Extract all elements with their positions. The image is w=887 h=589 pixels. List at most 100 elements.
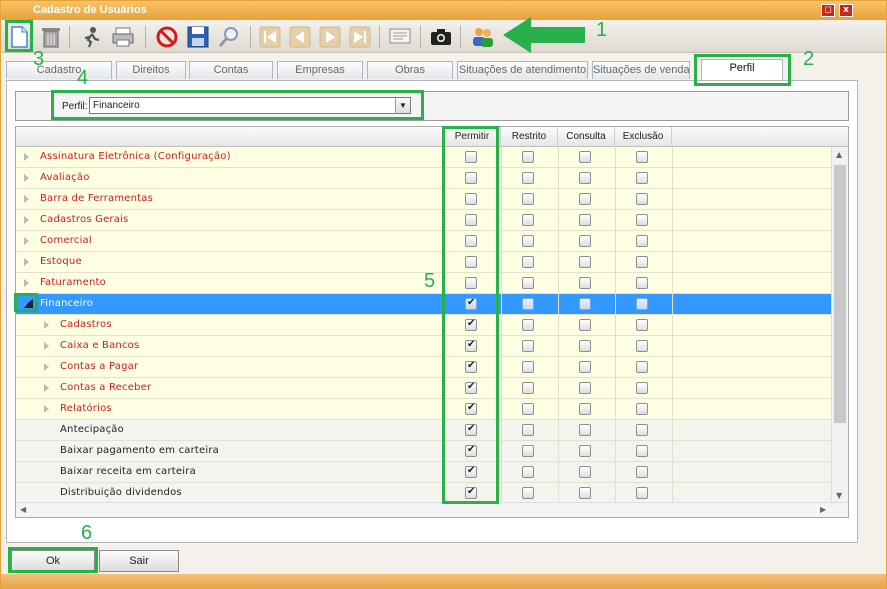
checkbox-exclusão[interactable] [636, 214, 648, 226]
sair-button[interactable]: Sair [99, 550, 179, 572]
checkbox-restrito[interactable] [522, 445, 534, 457]
checkbox-consulta[interactable] [579, 256, 591, 268]
tab-obras[interactable]: Obras [367, 61, 453, 79]
expand-triangle-icon[interactable] [44, 405, 49, 413]
checkbox-restrito[interactable] [522, 256, 534, 268]
table-row[interactable]: Baixar pagamento em carteira [16, 441, 831, 462]
checkbox-exclusão[interactable] [636, 256, 648, 268]
checkbox-consulta[interactable] [579, 340, 591, 352]
users-icon[interactable] [469, 23, 496, 50]
table-row[interactable]: Relatórios [16, 399, 831, 420]
checkbox-consulta[interactable] [579, 298, 591, 310]
expand-triangle-icon[interactable] [44, 363, 49, 371]
checkbox-exclusão[interactable] [636, 361, 648, 373]
tab-empresas[interactable]: Empresas [277, 61, 363, 79]
checkbox-exclusão[interactable] [636, 277, 648, 289]
checkbox-exclusão[interactable] [636, 298, 648, 310]
close-icon[interactable]: x [839, 4, 853, 17]
tab-situacoes-venda[interactable]: Situações de venda [592, 61, 690, 79]
cancel-icon[interactable] [153, 23, 180, 50]
checkbox-consulta[interactable] [579, 151, 591, 163]
save-icon[interactable] [184, 23, 211, 50]
previous-record-icon[interactable] [286, 23, 313, 50]
camera-icon[interactable] [427, 23, 454, 50]
header-consulta[interactable]: Consulta [558, 127, 615, 147]
table-row[interactable]: Baixar receita em carteira [16, 462, 831, 483]
table-row[interactable]: Distribuição dividendos [16, 483, 831, 504]
checkbox-exclusão[interactable] [636, 424, 648, 436]
checkbox-consulta[interactable] [579, 487, 591, 499]
expand-triangle-icon[interactable] [24, 174, 29, 182]
checkbox-exclusão[interactable] [636, 466, 648, 478]
scroll-left-icon[interactable]: ◀ [20, 505, 26, 514]
checkbox-restrito[interactable] [522, 151, 534, 163]
checkbox-restrito[interactable] [522, 235, 534, 247]
checkbox-exclusão[interactable] [636, 487, 648, 499]
scroll-up-icon[interactable]: ▲ [836, 150, 842, 159]
checkbox-restrito[interactable] [522, 277, 534, 289]
checkbox-consulta[interactable] [579, 361, 591, 373]
expand-triangle-icon[interactable] [44, 321, 49, 329]
checkbox-consulta[interactable] [579, 172, 591, 184]
table-row[interactable]: Antecipação [16, 420, 831, 441]
header-restrito[interactable]: Restrito [501, 127, 558, 147]
checkbox-exclusão[interactable] [636, 403, 648, 415]
report-icon[interactable] [386, 23, 413, 50]
expand-triangle-icon[interactable] [44, 384, 49, 392]
scroll-down-icon[interactable]: ▼ [836, 491, 842, 500]
expand-triangle-icon[interactable] [24, 195, 29, 203]
table-row[interactable]: Avaliação [16, 168, 831, 189]
checkbox-consulta[interactable] [579, 382, 591, 394]
table-row[interactable]: Caixa e Bancos [16, 336, 831, 357]
vertical-scrollbar[interactable]: ▲ ▼ [831, 147, 848, 504]
table-row[interactable]: Cadastros [16, 315, 831, 336]
table-row[interactable]: Contas a Receber [16, 378, 831, 399]
checkbox-consulta[interactable] [579, 277, 591, 289]
first-record-icon[interactable] [256, 23, 283, 50]
expand-triangle-icon[interactable] [44, 342, 49, 350]
checkbox-consulta[interactable] [579, 193, 591, 205]
expand-triangle-icon[interactable] [24, 237, 29, 245]
checkbox-restrito[interactable] [522, 361, 534, 373]
checkbox-consulta[interactable] [579, 424, 591, 436]
checkbox-consulta[interactable] [579, 445, 591, 457]
printer-icon[interactable] [109, 23, 136, 50]
checkbox-exclusão[interactable] [636, 445, 648, 457]
checkbox-consulta[interactable] [579, 319, 591, 331]
checkbox-exclusão[interactable] [636, 151, 648, 163]
checkbox-restrito[interactable] [522, 466, 534, 478]
checkbox-consulta[interactable] [579, 403, 591, 415]
table-row[interactable]: Barra de Ferramentas [16, 189, 831, 210]
checkbox-restrito[interactable] [522, 424, 534, 436]
checkbox-exclusão[interactable] [636, 235, 648, 247]
expand-triangle-icon[interactable] [24, 216, 29, 224]
table-row[interactable]: Cadastros Gerais [16, 210, 831, 231]
table-row[interactable]: Contas a Pagar [16, 357, 831, 378]
checkbox-consulta[interactable] [579, 466, 591, 478]
table-row[interactable]: Financeiro [16, 294, 831, 315]
trash-icon[interactable] [37, 23, 64, 50]
checkbox-exclusão[interactable] [636, 382, 648, 394]
checkbox-restrito[interactable] [522, 214, 534, 226]
title-bar[interactable]: Cadastro de Usuários ◻ x [1, 1, 886, 20]
checkbox-restrito[interactable] [522, 298, 534, 310]
checkbox-restrito[interactable] [522, 340, 534, 352]
checkbox-restrito[interactable] [522, 382, 534, 394]
checkbox-consulta[interactable] [579, 235, 591, 247]
scroll-right-icon[interactable]: ▶ [820, 505, 826, 514]
edit-runner-icon[interactable] [77, 23, 104, 50]
table-row[interactable]: Comercial [16, 231, 831, 252]
tab-cadastro[interactable]: Cadastro [6, 61, 112, 79]
checkbox-exclusão[interactable] [636, 340, 648, 352]
tab-direitos[interactable]: Direitos [116, 61, 186, 79]
checkbox-restrito[interactable] [522, 487, 534, 499]
vertical-scroll-thumb[interactable] [834, 165, 846, 423]
next-record-icon[interactable] [316, 23, 343, 50]
checkbox-restrito[interactable] [522, 403, 534, 415]
maximize-icon[interactable]: ◻ [821, 4, 835, 17]
horizontal-scrollbar[interactable]: ◀ ▶ [16, 502, 848, 517]
table-row[interactable]: Assinatura Eletrônica (Configuração) [16, 147, 831, 168]
expand-triangle-icon[interactable] [24, 279, 29, 287]
checkbox-restrito[interactable] [522, 172, 534, 184]
search-icon[interactable] [215, 23, 242, 50]
